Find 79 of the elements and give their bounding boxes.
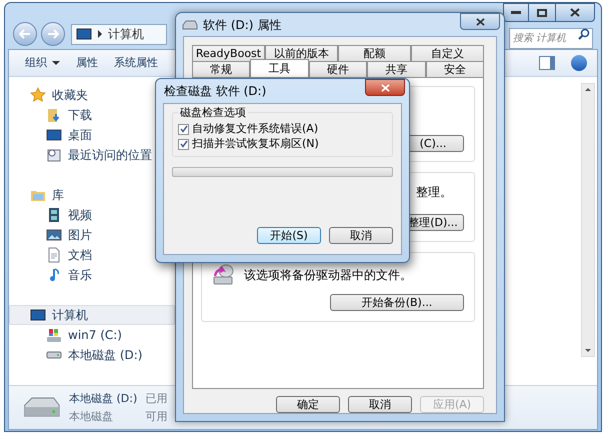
sidebar-item[interactable]: 文档	[9, 245, 97, 265]
dialog-button[interactable]: 开始(S)	[257, 227, 321, 244]
computer-icon	[76, 26, 92, 42]
checkbox[interactable]	[178, 138, 189, 150]
computer-icon	[30, 307, 46, 323]
tab[interactable]: 自定义	[411, 45, 484, 61]
drive-icon	[46, 351, 62, 359]
scroll-down-icon	[585, 349, 591, 352]
sidebar-item[interactable]: 音乐	[9, 265, 97, 285]
checkbox-label: 自动修复文件系统错误(A)	[192, 120, 318, 137]
sidebar-item[interactable]: 收藏夹	[9, 85, 93, 105]
sidebar-item[interactable]: 视频	[9, 205, 97, 225]
tab[interactable]: 配额	[338, 45, 411, 61]
window-title: 软件 (D:) 属性	[203, 16, 282, 34]
system-drive-icon	[46, 327, 62, 343]
drive-type: 本地磁盘	[69, 408, 114, 424]
document-icon	[46, 247, 62, 263]
back-button[interactable]	[13, 22, 37, 46]
backup-drive-icon	[212, 263, 234, 287]
drive-name: 本地磁盘 (D:)	[69, 390, 138, 406]
tab[interactable]: 以前的版本	[265, 45, 338, 61]
minimize-button[interactable]	[503, 3, 529, 22]
forward-arrow-icon	[47, 29, 59, 39]
tab[interactable]: 常规	[192, 61, 250, 77]
close-button[interactable]	[460, 13, 500, 30]
scrollbar[interactable]	[581, 83, 595, 357]
search-icon	[578, 28, 590, 40]
breadcrumb[interactable]: 计算机	[108, 25, 144, 43]
film-icon	[46, 207, 62, 223]
sidebar-item[interactable]: 下载	[9, 105, 97, 125]
tab[interactable]: 安全	[426, 61, 484, 77]
tab[interactable]: ReadyBoost	[192, 45, 265, 61]
dialog-button[interactable]: 开始备份(B)...	[330, 294, 464, 311]
sidebar-item[interactable]: 图片	[9, 225, 97, 245]
dropdown-caret-icon	[52, 61, 60, 65]
sidebar-item[interactable]: 计算机	[9, 305, 175, 325]
address-bar[interactable]: 计算机	[71, 24, 167, 44]
maximize-button[interactable]	[529, 3, 555, 22]
sidebar-item[interactable]: 桌面	[9, 125, 97, 145]
search-field[interactable]: 搜索 计算机	[509, 28, 593, 48]
minimize-icon	[511, 11, 521, 14]
close-button[interactable]	[555, 3, 595, 22]
desktop-icon	[46, 127, 62, 143]
tab[interactable]: 硬件	[308, 61, 368, 77]
hard-drive-icon	[21, 396, 61, 420]
drive-icon	[182, 20, 198, 30]
checkbox[interactable]	[178, 124, 189, 134]
toolbar-button[interactable]: 系统属性	[114, 54, 158, 72]
recent-places-icon	[46, 147, 62, 163]
close-icon	[570, 8, 580, 17]
breadcrumb-arrow-icon	[98, 30, 102, 38]
close-icon	[476, 18, 484, 26]
toolbar-button[interactable]: 属性	[76, 54, 98, 72]
tab[interactable]: 共享	[367, 61, 426, 77]
dialog-button[interactable]: 确定	[276, 396, 340, 413]
close-button[interactable]	[365, 79, 405, 96]
picture-icon	[46, 227, 62, 243]
star-icon	[30, 87, 46, 103]
dialog-title: 检查磁盘 软件 (D:)	[164, 83, 266, 100]
scroll-up-icon	[585, 88, 591, 91]
sidebar-item[interactable]: 库	[9, 185, 69, 205]
sidebar-item[interactable]: 本地磁盘 (D:)	[9, 345, 148, 365]
free-space-label: 可用	[145, 408, 168, 424]
used-space-label: 已用	[145, 390, 168, 406]
forward-button[interactable]	[41, 22, 65, 46]
group-description: 整理。	[416, 184, 452, 201]
dialog-button[interactable]: 取消	[348, 396, 412, 413]
back-arrow-icon	[19, 29, 31, 39]
tab[interactable]: 工具	[250, 59, 309, 77]
preview-pane-icon[interactable]	[539, 56, 555, 70]
toolbar-button[interactable]: 组织	[25, 54, 60, 72]
sidebar-item[interactable]: 最近访问的位置	[9, 145, 157, 165]
maximize-icon	[537, 8, 547, 16]
sidebar-item[interactable]: win7 (C:)	[9, 325, 127, 345]
download-folder-icon	[46, 107, 62, 123]
dialog-button[interactable]: 取消	[329, 227, 393, 244]
checkbox-label: 扫描并尝试恢复坏扇区(N)	[192, 136, 319, 152]
group-description: 该选项将备份驱动器中的文件。	[244, 267, 412, 284]
close-icon	[380, 84, 390, 92]
